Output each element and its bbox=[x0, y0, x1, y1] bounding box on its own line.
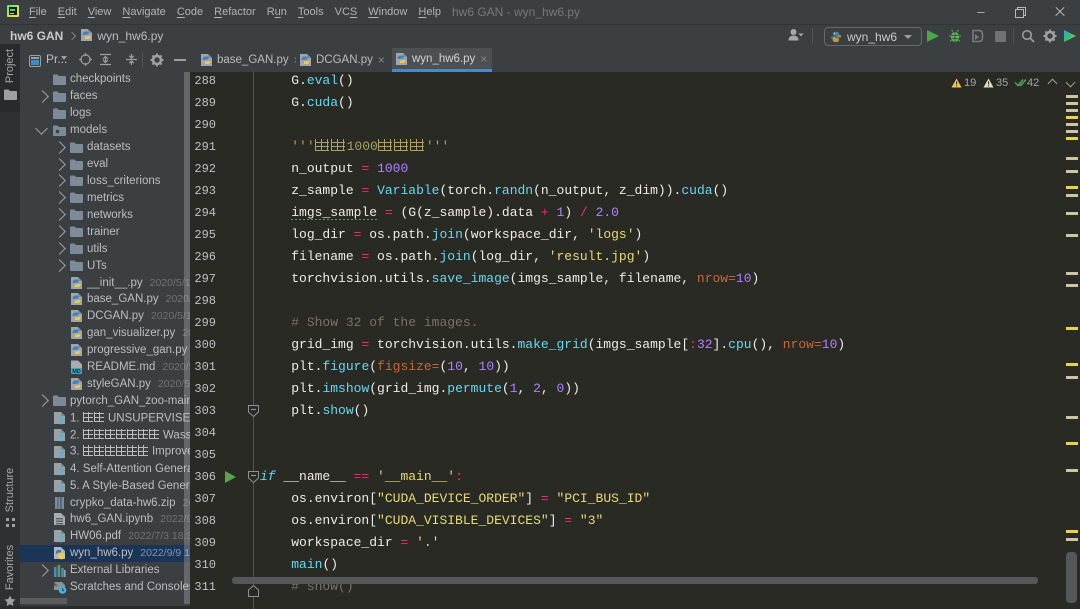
svg-text:?: ? bbox=[58, 433, 64, 442]
svg-text:?: ? bbox=[58, 416, 64, 425]
svg-text:?: ? bbox=[58, 467, 64, 476]
svg-text:?: ? bbox=[58, 535, 64, 544]
svg-text:?: ? bbox=[58, 450, 64, 459]
svg-text:MD: MD bbox=[72, 369, 81, 374]
svg-text:?: ? bbox=[58, 484, 64, 493]
